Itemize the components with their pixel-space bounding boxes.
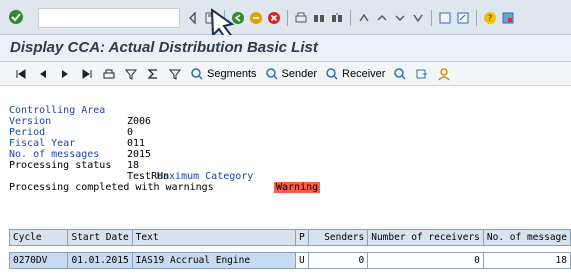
system-toolbar: ? <box>0 0 571 47</box>
column-header-p[interactable]: P <box>295 229 309 246</box>
first-record-icon[interactable] <box>14 67 28 81</box>
processing-result-text: Processing completed with warnings <box>9 182 214 193</box>
table-header-row: Cycle Start Date Text P Senders Number o… <box>8 229 571 246</box>
exit-icon[interactable] <box>249 11 263 25</box>
title-bar: Display CCA: Actual Distribution Basic L… <box>0 35 571 62</box>
column-header-cycle[interactable]: Cycle <box>8 229 69 246</box>
collapse-arrow-icon[interactable] <box>186 11 200 25</box>
help-icon[interactable]: ? <box>483 11 497 25</box>
shortcut-icon[interactable] <box>456 11 470 25</box>
enter-check-icon[interactable] <box>8 9 24 25</box>
column-header-start-date[interactable]: Start Date <box>67 229 133 246</box>
new-session-icon[interactable] <box>438 11 452 25</box>
segments-icon <box>191 67 203 80</box>
no-messages-value: 18 <box>127 160 140 171</box>
receiver-icon <box>326 67 338 80</box>
column-header-receivers[interactable]: Number of receivers <box>367 229 484 246</box>
receiver-label: Receiver <box>342 67 386 80</box>
set-filter-icon[interactable] <box>168 67 182 81</box>
details-icon[interactable] <box>393 67 407 81</box>
previous-record-icon[interactable] <box>36 67 50 81</box>
cell-text[interactable]: IAS19 Accrual Engine <box>131 252 297 269</box>
last-page-icon[interactable] <box>411 11 425 25</box>
print-list-icon[interactable] <box>102 67 116 81</box>
column-header-senders[interactable]: Senders <box>307 229 369 246</box>
export-icon[interactable] <box>415 67 429 81</box>
sender-icon <box>265 67 278 80</box>
svg-text:?: ? <box>488 14 493 24</box>
find-icon[interactable] <box>312 11 326 25</box>
user-icon[interactable] <box>437 67 451 81</box>
maximum-category-label: Maximum Category <box>157 171 254 182</box>
segments-label: Segments <box>207 67 257 80</box>
last-record-icon[interactable] <box>80 67 94 81</box>
sender-label: Sender <box>281 67 318 80</box>
customize-layout-icon[interactable] <box>501 11 515 25</box>
application-toolbar: Segments Sender Receiver <box>0 62 571 86</box>
column-header-messages[interactable]: No. of message <box>482 229 571 246</box>
page-title: Display CCA: Actual Distribution Basic L… <box>10 39 318 56</box>
cancel-icon[interactable] <box>267 11 281 25</box>
filter-icon[interactable] <box>124 67 138 81</box>
results-table: Cycle Start Date Text P Senders Number o… <box>8 229 571 269</box>
fiscal-year-value: 2015 <box>127 149 152 160</box>
receiver-button[interactable]: Receiver <box>325 67 385 81</box>
sum-icon[interactable] <box>146 67 160 81</box>
table-row[interactable]: 0270DV 01.01.2015 IAS19 Accrual Engine U… <box>8 252 571 269</box>
column-header-text[interactable]: Text <box>131 229 297 246</box>
segments-button[interactable]: Segments <box>190 67 257 81</box>
previous-page-icon[interactable] <box>375 11 389 25</box>
cell-start-date[interactable]: 01.01.2015 <box>67 252 133 269</box>
maximum-category-value: Warning <box>274 182 321 193</box>
print-icon[interactable] <box>294 11 308 25</box>
command-field[interactable] <box>38 8 180 28</box>
first-page-icon[interactable] <box>357 11 371 25</box>
cell-cycle[interactable]: 0270DV <box>8 252 69 269</box>
next-page-icon[interactable] <box>393 11 407 25</box>
find-next-icon[interactable] <box>330 11 344 25</box>
version-value: 0 <box>127 127 134 138</box>
processing-status-value: TestRun <box>127 171 170 182</box>
report-header: Controlling Area Z006 Version 0 Period 0… <box>9 94 321 193</box>
next-record-icon[interactable] <box>58 67 72 81</box>
cell-receivers[interactable]: 0 <box>367 252 484 269</box>
period-value: 011 <box>127 138 146 149</box>
cell-senders[interactable]: 0 <box>307 252 369 269</box>
cell-p[interactable]: U <box>295 252 309 269</box>
controlling-area-value: Z006 <box>127 116 152 127</box>
sender-button[interactable]: Sender <box>265 67 317 81</box>
cell-messages[interactable]: 18 <box>482 252 571 269</box>
